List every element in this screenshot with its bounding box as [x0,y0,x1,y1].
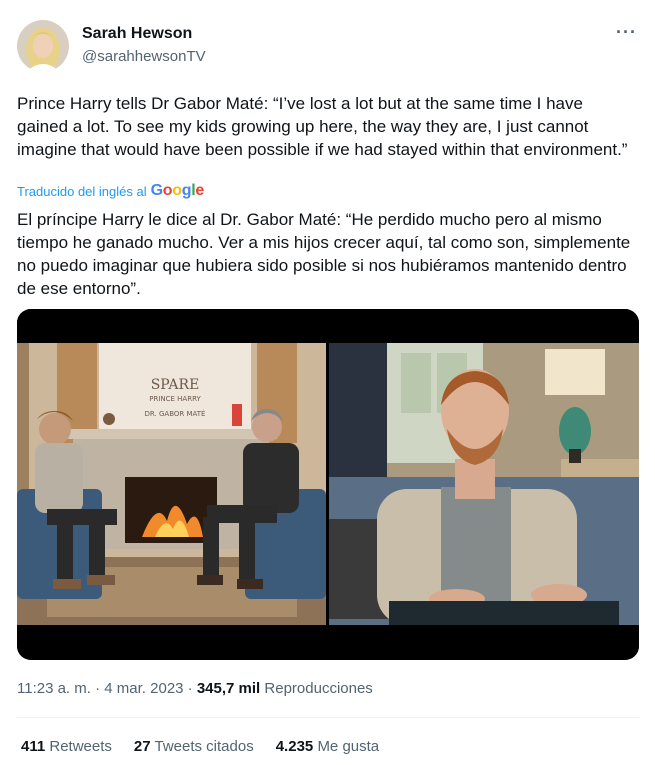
quote-tweets-stat[interactable]: 27 Tweets citados [134,738,254,755]
google-letter: g [181,182,192,199]
likes-count: 4.235 [275,738,314,755]
retweets-label: Retweets [49,738,112,755]
media-grid: SPARE PRINCE HARRY DR. GABOR MATÉ [17,309,639,660]
google-letter: G [150,182,163,199]
media-image-closeup[interactable] [329,309,639,660]
more-options-icon[interactable]: ··· [616,22,637,43]
views-label: Reproducciones [264,680,373,697]
tweet-time[interactable]: 11:23 a. m. [17,680,91,697]
author-handle[interactable]: @sarahhewsonTV [82,48,206,65]
media-image-interview-set[interactable]: SPARE PRINCE HARRY DR. GABOR MATÉ [17,309,326,660]
tweet-text: Prince Harry tells Dr Gabor Maté: “I’ve … [17,94,628,159]
google-letter: o [162,182,173,199]
google-logo: Google [150,182,205,200]
banner-title: SPARE [151,377,200,393]
tweet-meta: 11:23 a. m. · 4 mar. 2023 · 345,7 mil Re… [17,680,373,697]
translation-attribution[interactable]: Traducido del inglés al Google [17,182,204,200]
likes-label: Me gusta [317,738,380,755]
google-letter: e [195,182,204,199]
tweet: Sarah Hewson @sarahhewsonTV ··· Prince H… [0,0,655,765]
quotes-count: 27 [133,738,151,755]
translated-label: Traducido del inglés al [17,183,147,199]
avatar[interactable] [17,20,69,72]
translated-text: El príncipe Harry le dice al Dr. Gabor M… [17,210,631,298]
divider [17,717,639,718]
banner-subtitle: PRINCE HARRY [149,395,201,403]
views-count: 345,7 mil [196,680,261,697]
likes-stat[interactable]: 4.235 Me gusta [276,738,379,755]
quotes-label: Tweets citados [154,738,254,755]
retweets-stat[interactable]: 411 Retweets [21,738,112,755]
banner-author: DR. GABOR MATÉ [145,409,206,418]
google-letter: o [172,182,182,199]
author-name[interactable]: Sarah Hewson [82,25,192,43]
retweets-count: 411 [21,738,46,755]
tweet-date[interactable]: 4 mar. 2023 [104,680,183,697]
avatar-photo [17,20,69,72]
engagement-stats: 411 Retweets 27 Tweets citados 4.235 Me … [21,738,379,755]
